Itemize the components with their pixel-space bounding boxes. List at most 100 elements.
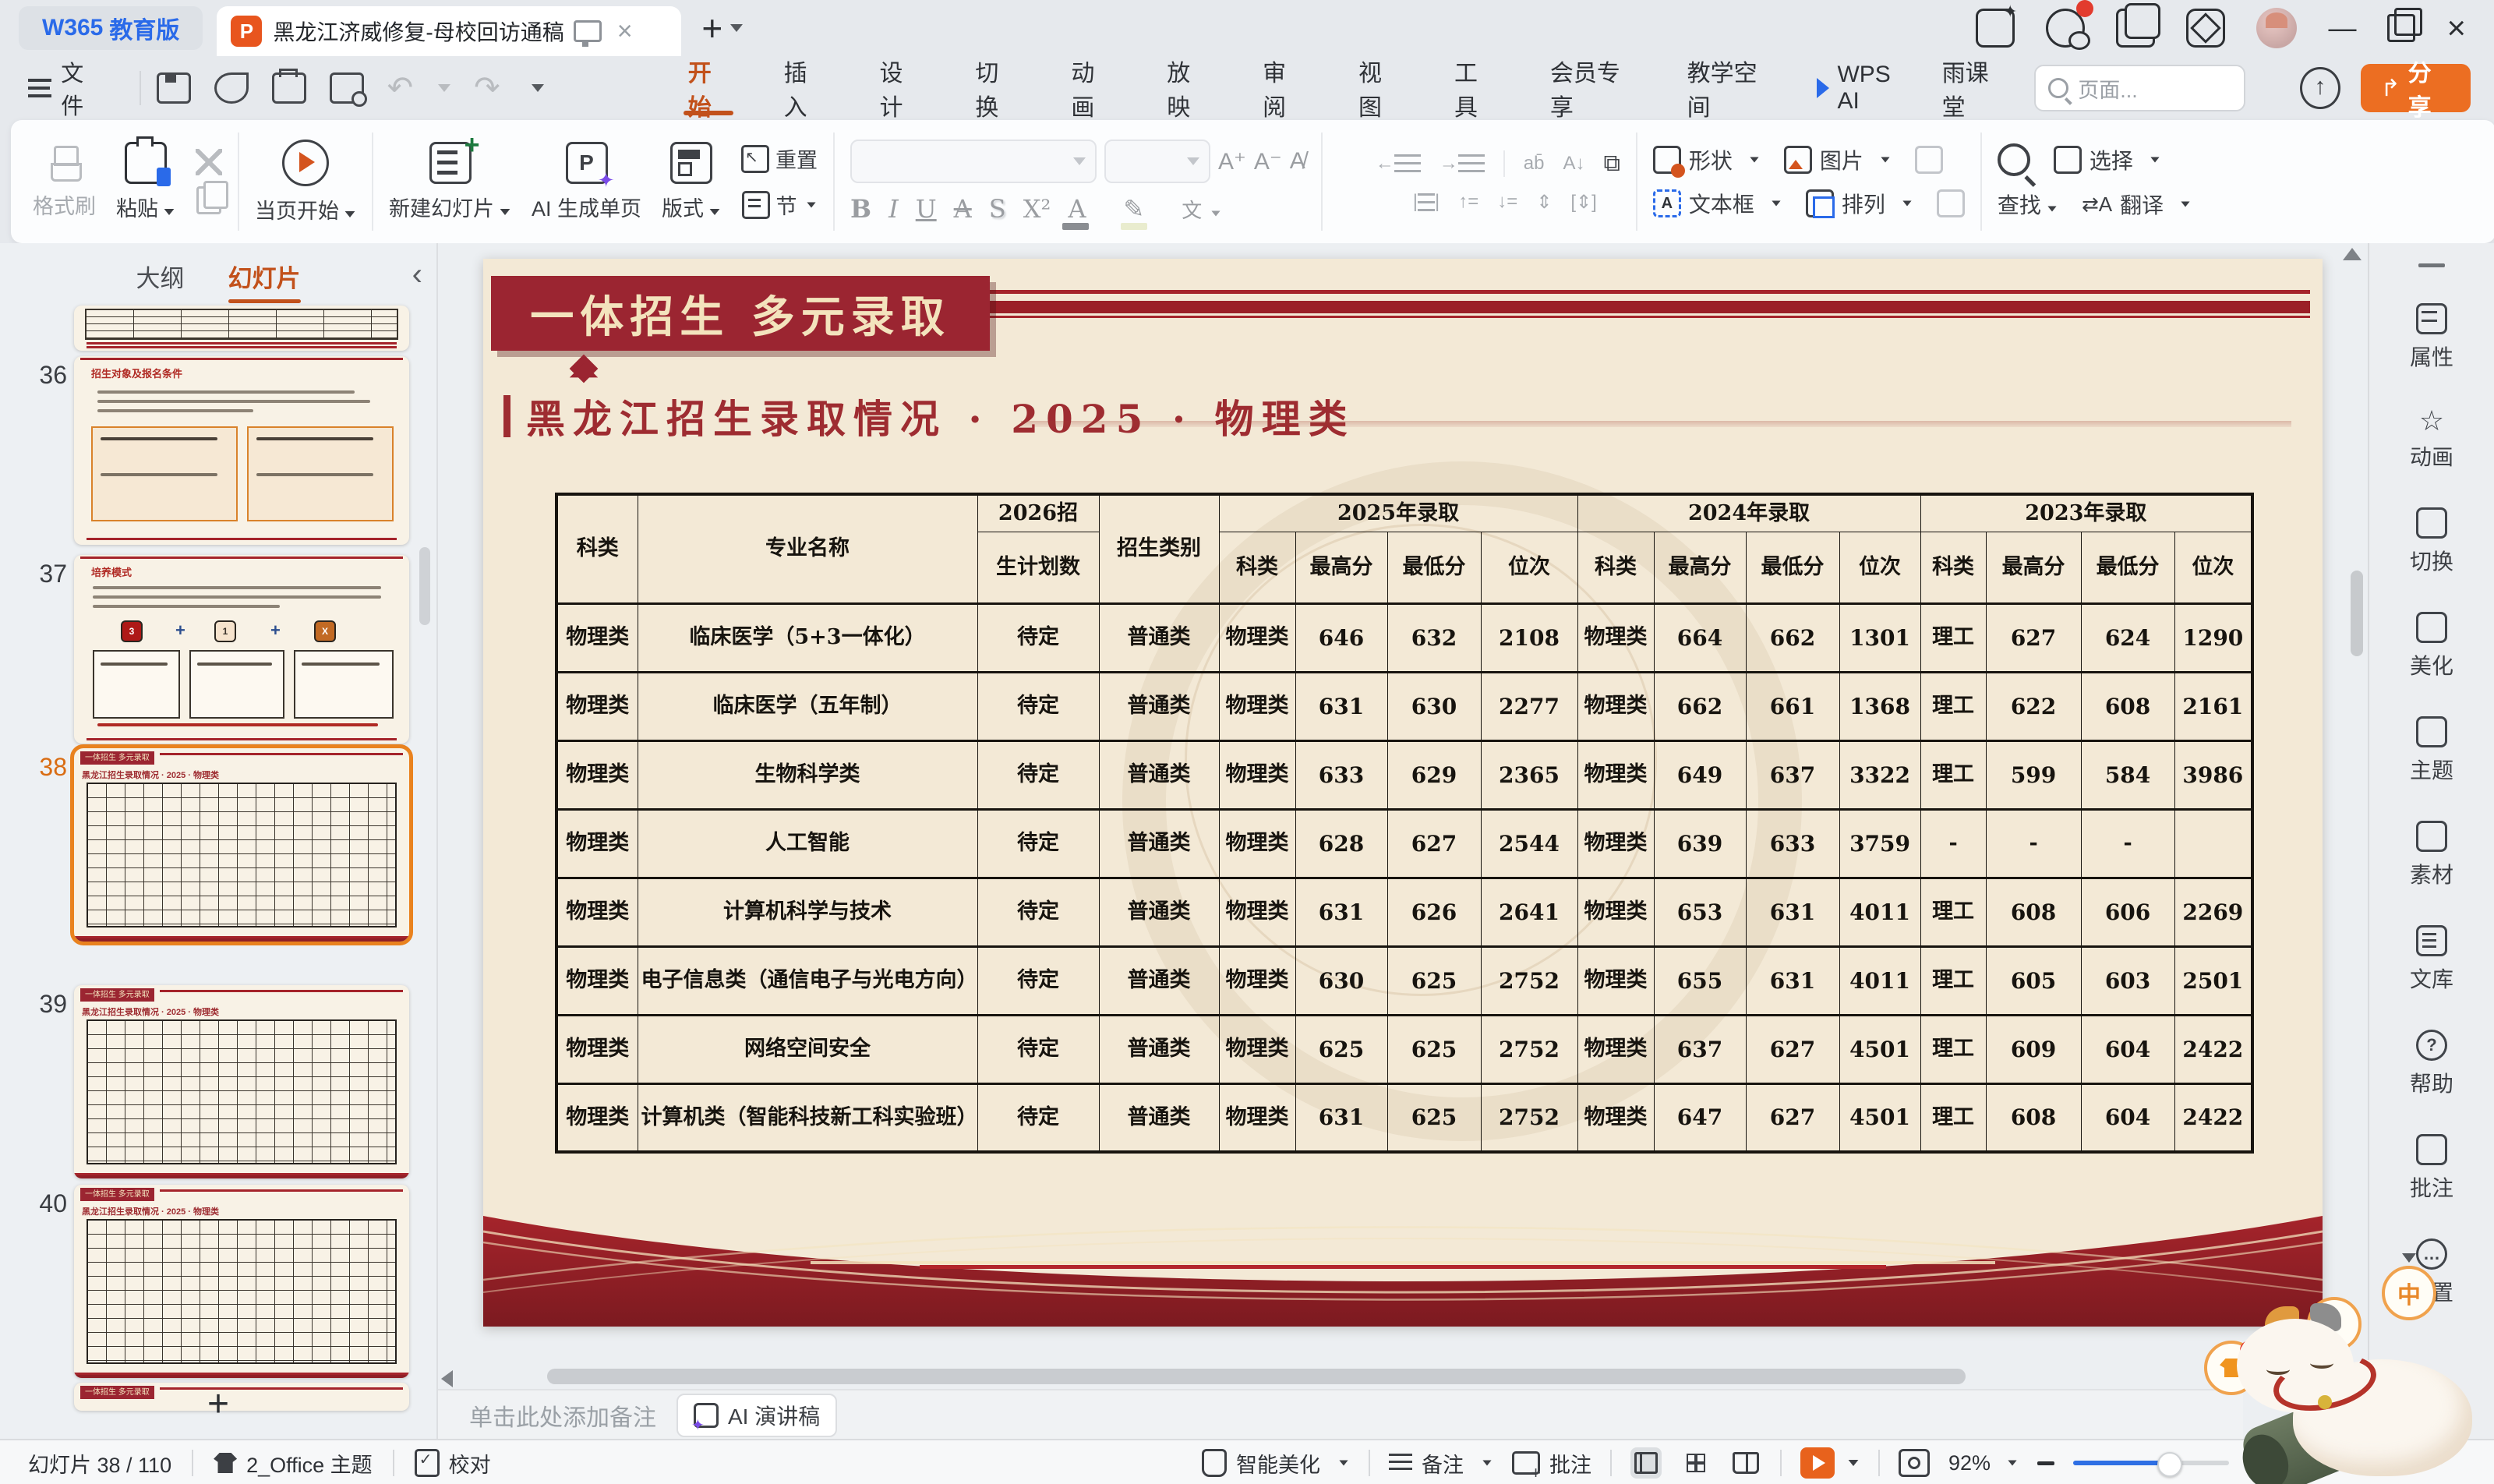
- sidebar-scrollbar[interactable]: [419, 547, 430, 625]
- shape-outline-icon[interactable]: [1937, 189, 1965, 217]
- new-tab-button[interactable]: +: [701, 10, 722, 46]
- menu-tab-视图[interactable]: 视图: [1331, 56, 1427, 120]
- menu-tab-设计[interactable]: 设计: [853, 56, 948, 120]
- menu-tab-会员专享[interactable]: 会员专享: [1523, 56, 1660, 120]
- save-icon[interactable]: [157, 72, 191, 104]
- slide-thumbnail-38[interactable]: 一体招生 多元录取黑龙江招生录取情况 · 2025 · 物理类: [74, 748, 409, 942]
- distribute-button[interactable]: ||: [1413, 191, 1440, 213]
- slide-thumbnail-36[interactable]: 招生对象及报名条件: [74, 356, 409, 545]
- line-spacing-up-button[interactable]: ↑=: [1458, 191, 1478, 213]
- tab-close-icon[interactable]: ×: [617, 18, 633, 44]
- quickbar-more-caret-icon[interactable]: [532, 84, 544, 92]
- rail-item-素材[interactable]: 素材: [2369, 821, 2494, 889]
- undo-caret-icon[interactable]: [438, 84, 450, 92]
- ai-assistant-icon[interactable]: [1976, 9, 2015, 48]
- current-slide[interactable]: 一体招生 多元录取 黑龙江招生录取情况 · 2025 · 物理类 科类专业名称2…: [483, 259, 2323, 1327]
- menu-tab-动画[interactable]: 动画: [1044, 56, 1139, 120]
- rail-item-美化[interactable]: 美化: [2369, 612, 2494, 680]
- vertical-scroll-thumb[interactable]: [2351, 571, 2363, 656]
- textbox-button[interactable]: A文本框: [1653, 188, 1782, 219]
- present-mode-icon[interactable]: [574, 20, 602, 42]
- notes-toggle-button[interactable]: 备注: [1389, 1448, 1493, 1479]
- collapse-rail-icon[interactable]: [2418, 263, 2445, 267]
- theme-button[interactable]: 2_Office 主题: [214, 1448, 373, 1479]
- copy-icon[interactable]: [196, 186, 221, 214]
- smart-beautify-button[interactable]: 智能美化: [1202, 1448, 1350, 1479]
- search-magnifier-icon[interactable]: [1998, 143, 2030, 176]
- fit-slide-icon[interactable]: [1899, 1449, 1930, 1477]
- rail-item-属性[interactable]: 属性: [2369, 303, 2494, 372]
- normal-view-button[interactable]: [1630, 1447, 1662, 1479]
- hamburger-menu-icon[interactable]: [28, 87, 50, 90]
- outline-tab[interactable]: 大纲: [136, 259, 185, 294]
- menu-tab-切换[interactable]: 切换: [948, 56, 1044, 120]
- shapes-button[interactable]: 形状: [1653, 144, 1761, 175]
- comments-button[interactable]: 批注: [1512, 1448, 1591, 1479]
- menu-tab-放映[interactable]: 放映: [1139, 56, 1235, 120]
- increase-font-icon[interactable]: A⁺: [1218, 148, 1246, 175]
- export-icon[interactable]: [214, 72, 249, 104]
- menu-tab-工具[interactable]: 工具: [1427, 56, 1523, 120]
- arrange-button[interactable]: 排列: [1806, 188, 1913, 219]
- collapse-panel-icon[interactable]: ‹: [412, 257, 422, 292]
- print-icon[interactable]: [272, 72, 306, 104]
- zoom-level-button[interactable]: 92%: [1948, 1451, 2019, 1475]
- find-button[interactable]: 查找: [1998, 189, 2058, 220]
- slide-banner-title[interactable]: 一体招生 多元录取: [491, 276, 990, 351]
- rail-item-帮助[interactable]: ?帮助: [2369, 1030, 2494, 1098]
- notes-bar[interactable]: 单击此处添加备注 AI 演讲稿: [438, 1389, 2243, 1440]
- multi-window-icon[interactable]: [2116, 9, 2155, 48]
- restore-button[interactable]: [2387, 14, 2415, 42]
- format-painter-button[interactable]: 格式刷: [33, 144, 96, 220]
- slideshow-play-button[interactable]: [1800, 1447, 1835, 1479]
- menu-tab-审阅[interactable]: 审阅: [1235, 56, 1331, 120]
- ai-generate-page-button[interactable]: P AI 生成单页: [532, 142, 641, 222]
- shape-fill-icon[interactable]: [1915, 146, 1943, 174]
- reading-view-button[interactable]: [1730, 1447, 1761, 1479]
- rail-item-文库[interactable]: 文库: [2369, 925, 2494, 994]
- slide-thumbnail-40[interactable]: 一体招生 多元录取黑龙江招生录取情况 · 2025 · 物理类: [74, 1185, 409, 1378]
- apps-cube-icon[interactable]: [2186, 9, 2225, 48]
- zoom-slider-handle[interactable]: [2157, 1452, 2182, 1477]
- select-button[interactable]: 选择: [2054, 144, 2161, 175]
- picture-button[interactable]: 图片: [1784, 144, 1892, 175]
- italic-button[interactable]: I: [888, 194, 899, 224]
- rail-item-切换[interactable]: 切换: [2369, 507, 2494, 576]
- clear-format-icon[interactable]: A̸: [1290, 148, 1305, 175]
- text-direction-button[interactable]: A↓: [1563, 153, 1584, 175]
- slide-thumbnail-39[interactable]: 一体招生 多元录取黑龙江招生录取情况 · 2025 · 物理类: [74, 985, 409, 1178]
- slide-thumbnail-37[interactable]: 培养模式3+1+X: [74, 555, 409, 744]
- new-slide-button[interactable]: 新建幻灯片: [389, 142, 511, 222]
- share-button[interactable]: ↱ 分享: [2361, 64, 2471, 112]
- decrease-font-icon[interactable]: A⁻: [1254, 148, 1282, 175]
- rail-item-设置[interactable]: …设置: [2369, 1238, 2494, 1307]
- scroll-up-arrow-icon[interactable]: [2343, 248, 2362, 260]
- rail-item-动画[interactable]: ☆动画: [2369, 408, 2494, 472]
- horizontal-scrollbar[interactable]: [438, 1367, 2243, 1387]
- slide-sorter-view-button[interactable]: [1680, 1447, 1712, 1479]
- rail-item-主题[interactable]: 主题: [2369, 716, 2494, 785]
- font-family-select[interactable]: [850, 140, 1097, 183]
- rain-classroom-menu[interactable]: 雨课堂: [1942, 54, 2008, 122]
- section-button[interactable]: 节: [742, 189, 818, 220]
- ai-script-button[interactable]: AI 演讲稿: [676, 1394, 837, 1437]
- line-spacing-down-button[interactable]: ↓=: [1497, 191, 1517, 213]
- notes-placeholder[interactable]: 单击此处添加备注: [469, 1398, 656, 1433]
- print-preview-icon[interactable]: [330, 72, 364, 104]
- rail-item-批注[interactable]: 批注: [2369, 1134, 2494, 1203]
- slides-tab[interactable]: 幻灯片: [228, 259, 301, 294]
- wps-logo[interactable]: W365 教育版: [19, 6, 203, 50]
- layout-button[interactable]: 版式: [662, 142, 721, 222]
- font-color-button[interactable]: A: [1068, 194, 1089, 224]
- strikethrough-button[interactable]: A: [954, 194, 972, 224]
- menu-tab-教学空间[interactable]: 教学空间: [1660, 56, 1797, 120]
- minimize-button[interactable]: —: [2328, 14, 2356, 42]
- slideshow-caret-icon[interactable]: [1849, 1460, 1859, 1466]
- user-avatar[interactable]: [2256, 8, 2297, 48]
- text-shadow-button[interactable]: S: [989, 194, 1006, 224]
- character-spacing-button[interactable]: ab̄: [1524, 153, 1545, 175]
- translate-button[interactable]: ⇄A翻译: [2082, 189, 2192, 220]
- zoom-slider[interactable]: [2073, 1461, 2229, 1465]
- document-tab[interactable]: P 黑龙江济威修复-母校回访通稿 ×: [217, 6, 681, 56]
- decrease-indent-button[interactable]: ←: [1376, 153, 1421, 175]
